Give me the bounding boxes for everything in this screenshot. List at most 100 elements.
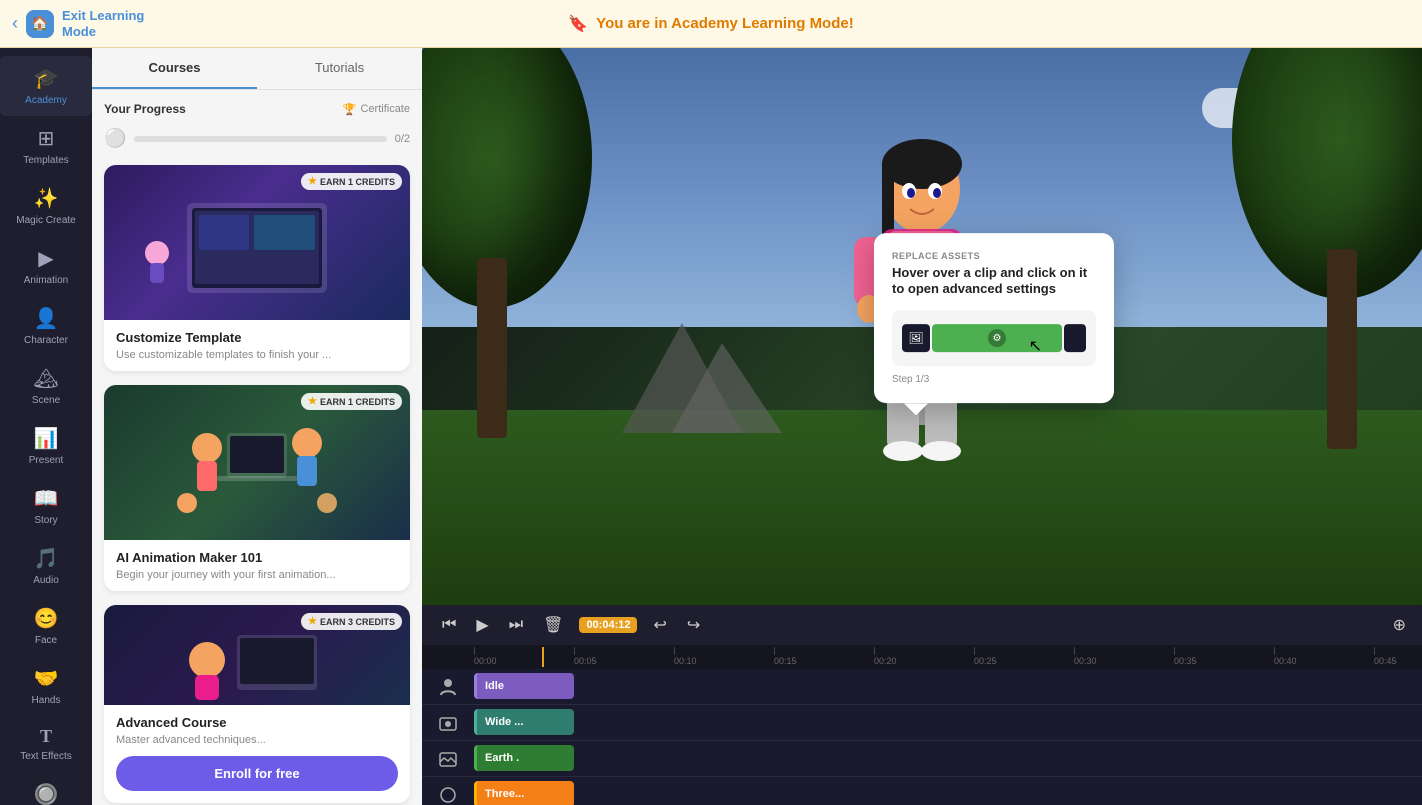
learning-mode-banner: 🔖 You are in Academy Learning Mode! <box>568 14 853 34</box>
sidebar-label-templates: Templates <box>23 155 69 166</box>
enroll-button[interactable]: Enroll for free <box>116 756 398 791</box>
ruler-line <box>774 647 775 655</box>
sidebar-label-audio: Audio <box>33 575 59 586</box>
face-icon: 😊 <box>34 606 59 631</box>
sidebar-item-hands[interactable]: 🤝 Hands <box>0 656 92 716</box>
sidebar-label-character: Character <box>24 335 68 346</box>
ruler-mark-0: 00:00 <box>474 647 497 666</box>
coin-icon-3: ★ <box>308 616 317 627</box>
ruler-line <box>1274 647 1275 655</box>
sidebar-item-present[interactable]: 📊 Present <box>0 416 92 476</box>
skip-end-button[interactable]: ⏭ <box>505 612 527 638</box>
sidebar-item-filters[interactable]: 🔘 Filters <box>0 772 92 805</box>
sidebar-item-magic-create[interactable]: ✨ Magic Create <box>0 176 92 236</box>
image-icon <box>438 749 458 769</box>
add-track-button[interactable]: ⊕ <box>1393 615 1406 635</box>
top-bar: ‹ 🏠 Exit LearningMode 🔖 You are in Acade… <box>0 0 1422 48</box>
ruler-mark-6: 00:30 <box>1074 647 1097 666</box>
tl-end-box <box>1064 324 1086 352</box>
ruler-mark-1: 00:05 <box>574 647 597 666</box>
sidebar-item-text-effects[interactable]: T Text Effects <box>0 716 92 772</box>
sidebar-item-character[interactable]: 👤 Character <box>0 296 92 356</box>
story-icon: 📖 <box>34 486 59 511</box>
redo-button[interactable]: ↪ <box>683 611 704 639</box>
ruler-label-5: 00:25 <box>974 656 997 666</box>
course-card-3-title: Advanced Course <box>116 715 398 730</box>
ruler-label-7: 00:35 <box>1174 656 1197 666</box>
text-effects-icon: T <box>40 726 52 747</box>
sidebar-item-animation[interactable]: ▶ Animation <box>0 236 92 296</box>
clip-idle[interactable]: Idle <box>474 673 574 699</box>
course-card-2-info: AI Animation Maker 101 Begin your journe… <box>104 540 410 591</box>
skip-start-button[interactable]: ⏮ <box>438 612 460 638</box>
track-icon-image <box>422 749 474 769</box>
exit-learning-mode-button[interactable]: ‹ 🏠 Exit LearningMode <box>12 8 144 39</box>
certificate-button[interactable]: 🏆 Certificate <box>343 103 410 116</box>
ruler-mark-4: 00:20 <box>874 647 897 666</box>
courses-panel: Courses Tutorials Your Progress 🏆 Certif… <box>92 48 422 805</box>
sidebar-item-audio[interactable]: 🎵 Audio <box>0 536 92 596</box>
timeline-area: 00:00 00:05 00:10 00:15 <box>422 645 1422 805</box>
tab-courses[interactable]: Courses <box>92 48 257 89</box>
sidebar-label-scene: Scene <box>32 395 60 406</box>
exit-label: Exit LearningMode <box>62 8 144 39</box>
home-icon: 🏠 <box>26 10 54 38</box>
main-layout: 🎓 Academy ⊞ Templates ✨ Magic Create ▶ A… <box>0 48 1422 805</box>
rocks-left <box>622 283 822 438</box>
bookmark-icon: 🔖 <box>568 14 588 34</box>
delete-button[interactable]: 🗑 <box>539 611 567 639</box>
ruler-label-2: 00:10 <box>674 656 697 666</box>
course-card-1-title: Customize Template <box>116 330 398 345</box>
track-content-4: Three... <box>474 781 1422 805</box>
course-card-1-info: Customize Template Use customizable temp… <box>104 320 410 371</box>
ruler-mark-7: 00:35 <box>1174 647 1197 666</box>
sidebar-item-academy[interactable]: 🎓 Academy <box>0 56 92 116</box>
sidebar-item-scene[interactable]: 🏔 Scene <box>0 356 92 416</box>
earn-badge-2: ★ EARN 1 CREDITS <box>301 393 402 410</box>
icon-sidebar: 🎓 Academy ⊞ Templates ✨ Magic Create ▶ A… <box>0 48 92 805</box>
ruler-mark-2: 00:10 <box>674 647 697 666</box>
panel-content: Your Progress 🏆 Certificate ⚪ 0/2 ★ <box>92 90 422 805</box>
learning-mode-text: You are in Academy Learning Mode! <box>596 15 854 32</box>
hands-icon: 🤝 <box>34 666 59 691</box>
timeline-track-4: Three... <box>422 777 1422 805</box>
ruler-line <box>874 647 875 655</box>
clip-wide[interactable]: Wide ... <box>474 709 574 735</box>
progress-label: Your Progress <box>104 102 186 116</box>
ruler-label-4: 00:20 <box>874 656 897 666</box>
video-area: REPLACE ASSETS Hover over a clip and cli… <box>422 48 1422 805</box>
sidebar-label-face: Face <box>35 635 57 646</box>
ruler-line <box>974 647 975 655</box>
undo-button[interactable]: ↩ <box>649 611 670 639</box>
course-card-1-desc: Use customizable templates to finish you… <box>116 349 398 361</box>
course-card-1: ★ EARN 1 CREDITS <box>104 165 410 371</box>
panel-tabs: Courses Tutorials <box>92 48 422 90</box>
tab-tutorials[interactable]: Tutorials <box>257 48 422 89</box>
progress-dot-icon: ⚪ <box>104 128 126 149</box>
play-button[interactable]: ▶ <box>472 611 492 639</box>
ruler-line <box>1074 647 1075 655</box>
tooltip-step: Step 1/3 <box>892 374 1096 385</box>
back-arrow-icon: ‹ <box>12 13 18 34</box>
sidebar-item-face[interactable]: 😊 Face <box>0 596 92 656</box>
earn-credits-1: EARN 1 CREDITS <box>320 177 395 187</box>
sidebar-item-templates[interactable]: ⊞ Templates <box>0 116 92 176</box>
course-card-1-image: ★ EARN 1 CREDITS <box>104 165 410 320</box>
tooltip-title: Hover over a clip and click on it to ope… <box>892 265 1096 299</box>
sidebar-item-story[interactable]: 📖 Story <box>0 476 92 536</box>
course-card-2-image: ★ EARN 1 CREDITS <box>104 385 410 540</box>
clip-earth[interactable]: Earth . <box>474 745 574 771</box>
templates-icon: ⊞ <box>38 126 55 151</box>
ruler-label-0: 00:00 <box>474 656 497 666</box>
ruler-label-1: 00:05 <box>574 656 597 666</box>
person-icon <box>438 677 458 697</box>
coin-icon-2: ★ <box>308 396 317 407</box>
clip-three[interactable]: Three... <box>474 781 574 805</box>
ruler-line <box>474 647 475 655</box>
earn-badge-3: ★ EARN 3 CREDITS <box>301 613 402 630</box>
audio-icon: 🎵 <box>34 546 59 571</box>
ruler-line <box>1374 647 1375 655</box>
playhead-indicator[interactable] <box>542 647 544 667</box>
filters-icon: 🔘 <box>34 782 59 805</box>
clip-three-label: Three... <box>485 788 524 800</box>
